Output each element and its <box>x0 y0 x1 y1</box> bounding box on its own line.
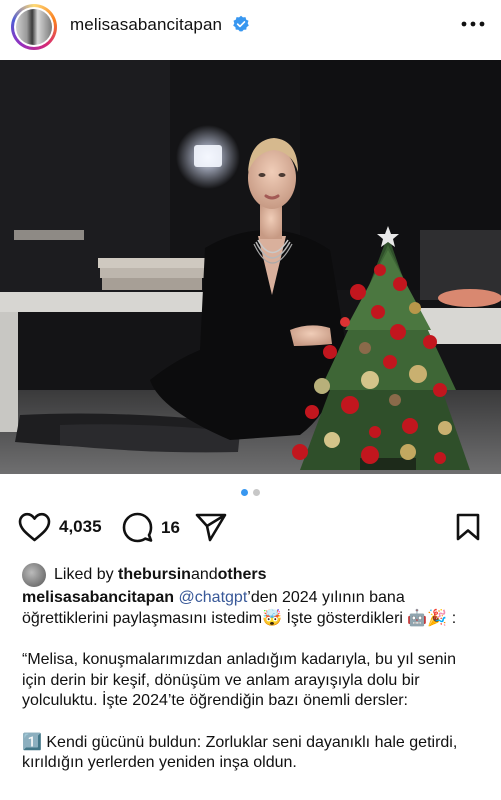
heart-icon[interactable] <box>18 512 51 542</box>
share-action[interactable] <box>195 512 227 542</box>
bookmark-icon[interactable] <box>455 512 481 542</box>
liked-by-user[interactable]: thebursin <box>118 566 191 584</box>
caption-mention[interactable]: @chatgpt <box>179 589 248 606</box>
caption-paragraph-1: “Melisa, konuşmalarımızdan anladığım kad… <box>22 651 456 709</box>
like-count[interactable]: 4,035 <box>59 517 102 537</box>
avatar <box>16 9 52 45</box>
post-username[interactable]: melisasabancitapan <box>70 15 222 35</box>
carousel-dot-active <box>241 489 248 496</box>
carousel-dot <box>253 489 260 496</box>
save-action[interactable] <box>455 512 481 542</box>
post-actions-bar: 4,035 16 <box>0 512 501 552</box>
share-icon[interactable] <box>195 512 227 542</box>
story-ring-avatar[interactable] <box>11 4 57 50</box>
verified-badge-icon <box>233 15 249 32</box>
liked-by-line[interactable]: Liked by thebursin and others <box>22 563 267 587</box>
comment-count[interactable]: 16 <box>161 518 180 538</box>
comment-action[interactable]: 16 <box>122 512 180 543</box>
comment-icon[interactable] <box>122 512 153 543</box>
caption-paragraph-2: 1️⃣ Kendi gücünü buldun: Zorluklar seni … <box>22 733 458 772</box>
like-action[interactable]: 4,035 <box>18 512 102 542</box>
post-photo-illustration <box>0 60 501 474</box>
caption-username[interactable]: melisasabancitapan <box>22 589 174 606</box>
liked-by-avatar <box>22 563 46 587</box>
carousel-indicator <box>0 489 501 496</box>
post-caption: melisasabancitapan @chatgpt’den 2024 yıl… <box>22 588 484 774</box>
post-image[interactable] <box>0 60 501 474</box>
post-header: melisasabancitapan <box>0 0 501 52</box>
more-horizontal-icon[interactable] <box>460 14 486 34</box>
liked-by-others[interactable]: others <box>218 566 267 584</box>
